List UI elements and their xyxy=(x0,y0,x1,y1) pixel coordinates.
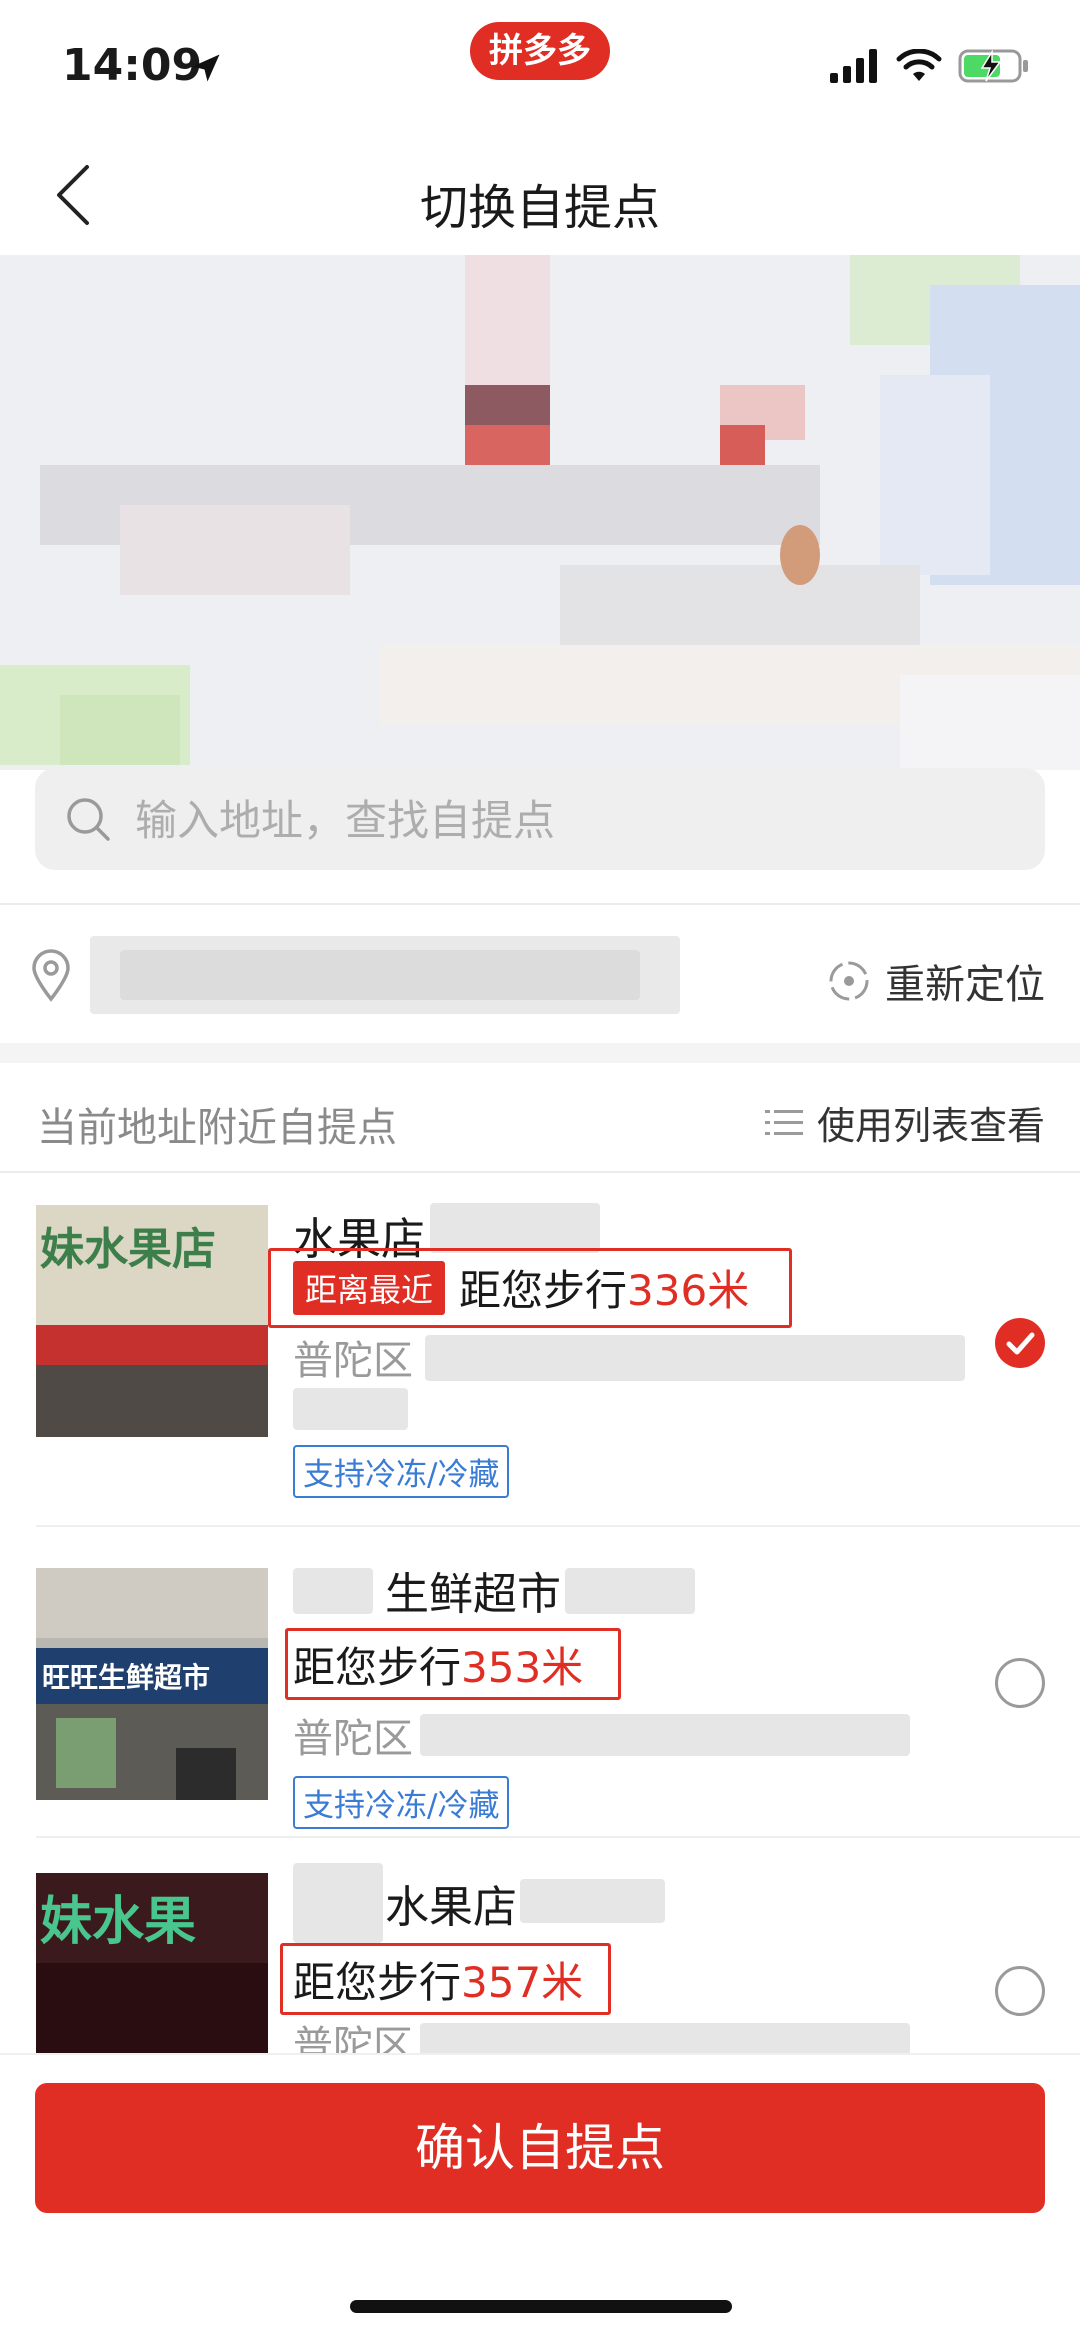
current-location-row: 重新定位 xyxy=(0,906,1080,1041)
relocate-label: 重新定位 xyxy=(885,962,1045,1008)
divider xyxy=(36,1836,1080,1838)
distance-line: 距您步行 353米 xyxy=(293,1634,583,1695)
confirm-pickup-point-button[interactable]: 确认自提点 xyxy=(35,2083,1045,2213)
home-indicator[interactable] xyxy=(350,2300,732,2313)
divider xyxy=(36,1525,1080,1527)
list-item[interactable]: 旺旺生鲜超市 生鲜超市 距您步行 353米 普陀区 支持冷冻/冷藏 xyxy=(0,1528,1080,1843)
distance-line: 距您步行 357米 xyxy=(293,1949,583,2010)
search-input[interactable] xyxy=(133,768,1017,872)
status-time: 14:09 xyxy=(62,40,203,91)
store-address: 普陀区 xyxy=(293,1716,413,1762)
search-box[interactable] xyxy=(35,768,1045,872)
check-icon xyxy=(1006,1332,1035,1355)
cold-storage-tag: 支持冷冻/冷藏 xyxy=(293,1445,510,1498)
list-view-label: 使用列表查看 xyxy=(816,1104,1045,1148)
select-radio[interactable] xyxy=(995,1658,1045,1708)
list-view-button[interactable]: 使用列表查看 xyxy=(764,1095,1045,1150)
list-item[interactable]: 妹水果店 水果店 距离最近 距您步行 336米 普陀区 支持冷冻/冷藏 xyxy=(0,1173,1080,1533)
battery-charging-icon xyxy=(958,49,1028,83)
store-photo: 旺旺生鲜超市 xyxy=(36,1568,268,1800)
distance-line: 距离最近 距您步行 336米 xyxy=(293,1257,749,1318)
distance-value: 357米 xyxy=(461,1958,584,2007)
section-title: 当前地址附近自提点 xyxy=(37,1105,397,1151)
nearest-tag: 距离最近 xyxy=(293,1260,446,1315)
pickup-point-list: 妹水果店 水果店 距离最近 距您步行 336米 普陀区 支持冷冻/冷藏 旺旺生鲜… xyxy=(0,1173,1080,2055)
status-bar: 14:09 拼多多 xyxy=(0,0,1080,130)
store-name: 生鲜超市 xyxy=(385,1569,561,1620)
store-photo: 妹水果 xyxy=(36,1873,268,2055)
divider xyxy=(0,903,1080,905)
divider xyxy=(0,2053,1080,2055)
list-icon xyxy=(764,1109,803,1135)
locate-icon xyxy=(829,961,869,1001)
map-view[interactable] xyxy=(0,255,1080,770)
screen: 14:09 拼多多 切换自提点 输入地址，查找自提点 重新定位 当前地址附近自提… xyxy=(0,0,1080,2337)
status-icons xyxy=(830,48,1030,84)
selected-radio[interactable] xyxy=(995,1318,1045,1368)
distance-value: 336米 xyxy=(627,1266,750,1315)
store-sign-text: 旺旺生鲜超市 xyxy=(42,1661,211,1694)
wifi-icon xyxy=(896,49,942,81)
store-sign-text: 妹水果 xyxy=(40,1892,197,1952)
location-pin-icon xyxy=(32,949,70,1002)
nav-header: 切换自提点 xyxy=(0,130,1080,260)
store-address: 普陀区 xyxy=(293,1338,413,1384)
section-gap xyxy=(0,1043,1080,1063)
store-photo: 妹水果店 xyxy=(36,1205,268,1437)
store-sign-text: 妹水果店 xyxy=(40,1224,216,1275)
cold-storage-tag: 支持冷冻/冷藏 xyxy=(293,1776,510,1829)
search-icon xyxy=(67,798,110,841)
distance-value: 353米 xyxy=(461,1643,584,1692)
store-name: 水果店 xyxy=(385,1882,517,1933)
location-services-icon xyxy=(192,54,220,82)
current-address-blurred xyxy=(90,936,680,1014)
signal-icon xyxy=(830,49,877,83)
relocate-button[interactable]: 重新定位 xyxy=(827,952,1045,1010)
app-badge: 拼多多 xyxy=(470,22,610,80)
section-header: 当前地址附近自提点 使用列表查看 xyxy=(0,1063,1080,1173)
list-item[interactable]: 妹水果 水果店 距您步行 357米 普陀区 xyxy=(0,1843,1080,2055)
store-address: 普陀区 xyxy=(293,2023,413,2055)
select-radio[interactable] xyxy=(995,1966,1045,2016)
page-title: 切换自提点 xyxy=(419,180,660,236)
